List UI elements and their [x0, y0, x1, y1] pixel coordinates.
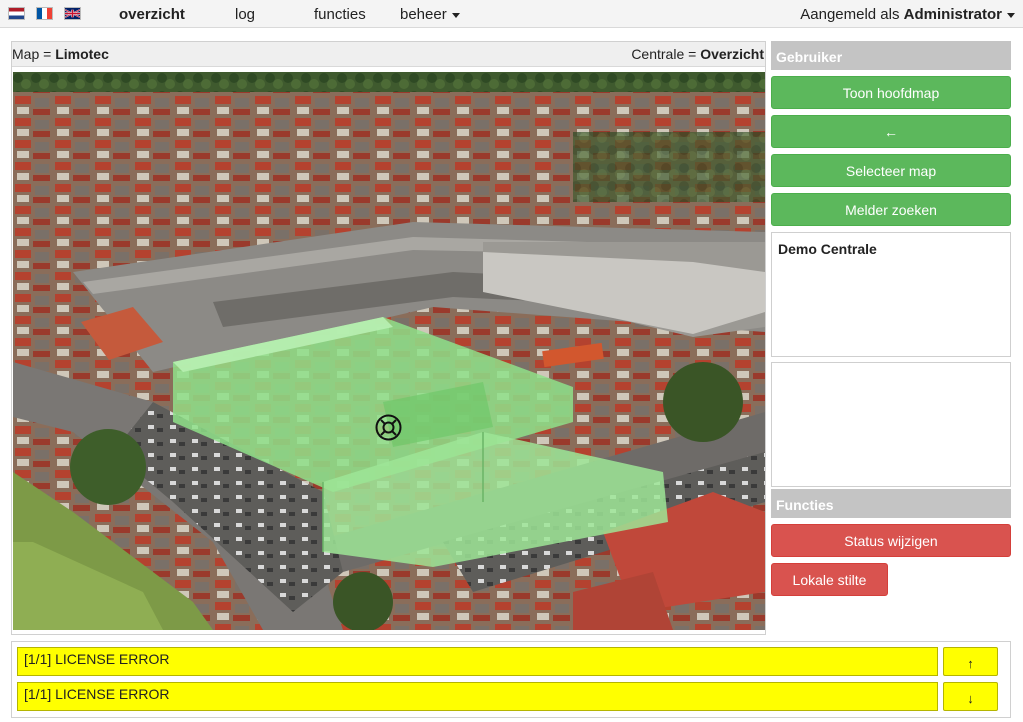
gebruiker-header: Gebruiker: [771, 41, 1011, 70]
nav-functies[interactable]: functies: [314, 6, 366, 23]
nav-log[interactable]: log: [235, 6, 255, 23]
alarm-up-button[interactable]: ↑: [943, 647, 998, 676]
nav-overzicht[interactable]: overzicht: [119, 6, 185, 23]
alarm-row[interactable]: [1/1] LICENSE ERROR: [17, 682, 938, 711]
detector-marker-icon[interactable]: [375, 414, 402, 441]
nav-beheer-label: beheer: [400, 6, 447, 23]
selecteer-map-button[interactable]: Selecteer map: [771, 154, 1011, 187]
toon-hoofdmap-button[interactable]: Toon hoofdmap: [771, 76, 1011, 109]
user-menu[interactable]: Aangemeld als Administrator: [800, 6, 1015, 23]
top-navbar: overzicht log functies beheer Aangemeld …: [0, 0, 1023, 28]
user-prefix: Aangemeld als: [800, 6, 900, 23]
user-name: Administrator: [903, 6, 1002, 23]
map-header: Map = Limotec Centrale = Overzicht: [12, 42, 765, 67]
centrale-info-box: Demo Centrale: [771, 232, 1011, 357]
map-title: Map = Limotec: [12, 46, 109, 62]
map-title-value: Limotec: [55, 46, 109, 62]
aerial-map-image[interactable]: [13, 72, 765, 630]
centrale-title-value: Overzicht: [700, 46, 764, 62]
centrale-title: Centrale = Overzicht: [631, 46, 764, 62]
centrale-title-prefix: Centrale =: [631, 46, 701, 62]
map-title-prefix: Map =: [12, 46, 56, 62]
alarm-down-button[interactable]: ↓: [943, 682, 998, 711]
chevron-down-icon: [1007, 12, 1015, 18]
nav-beheer[interactable]: beheer: [400, 6, 460, 23]
flag-nl-icon[interactable]: [8, 7, 25, 20]
status-wijzigen-button[interactable]: Status wijzigen: [771, 524, 1011, 557]
flag-gb-icon[interactable]: [64, 7, 81, 20]
centrale-box-title: Demo Centrale: [778, 241, 877, 257]
melder-zoeken-button[interactable]: Melder zoeken: [771, 193, 1011, 226]
alarm-panel: [1/1] LICENSE ERROR ↑ [1/1] LICENSE ERRO…: [11, 641, 1011, 718]
map-panel: Map = Limotec Centrale = Overzicht: [11, 41, 766, 635]
alarm-row[interactable]: [1/1] LICENSE ERROR: [17, 647, 938, 676]
lokale-stilte-button[interactable]: Lokale stilte: [771, 563, 888, 596]
back-button[interactable]: ←: [771, 115, 1011, 148]
flag-fr-icon[interactable]: [36, 7, 53, 20]
detail-info-box: [771, 362, 1011, 487]
functies-header: Functies: [771, 489, 1011, 518]
chevron-down-icon: [451, 12, 460, 18]
